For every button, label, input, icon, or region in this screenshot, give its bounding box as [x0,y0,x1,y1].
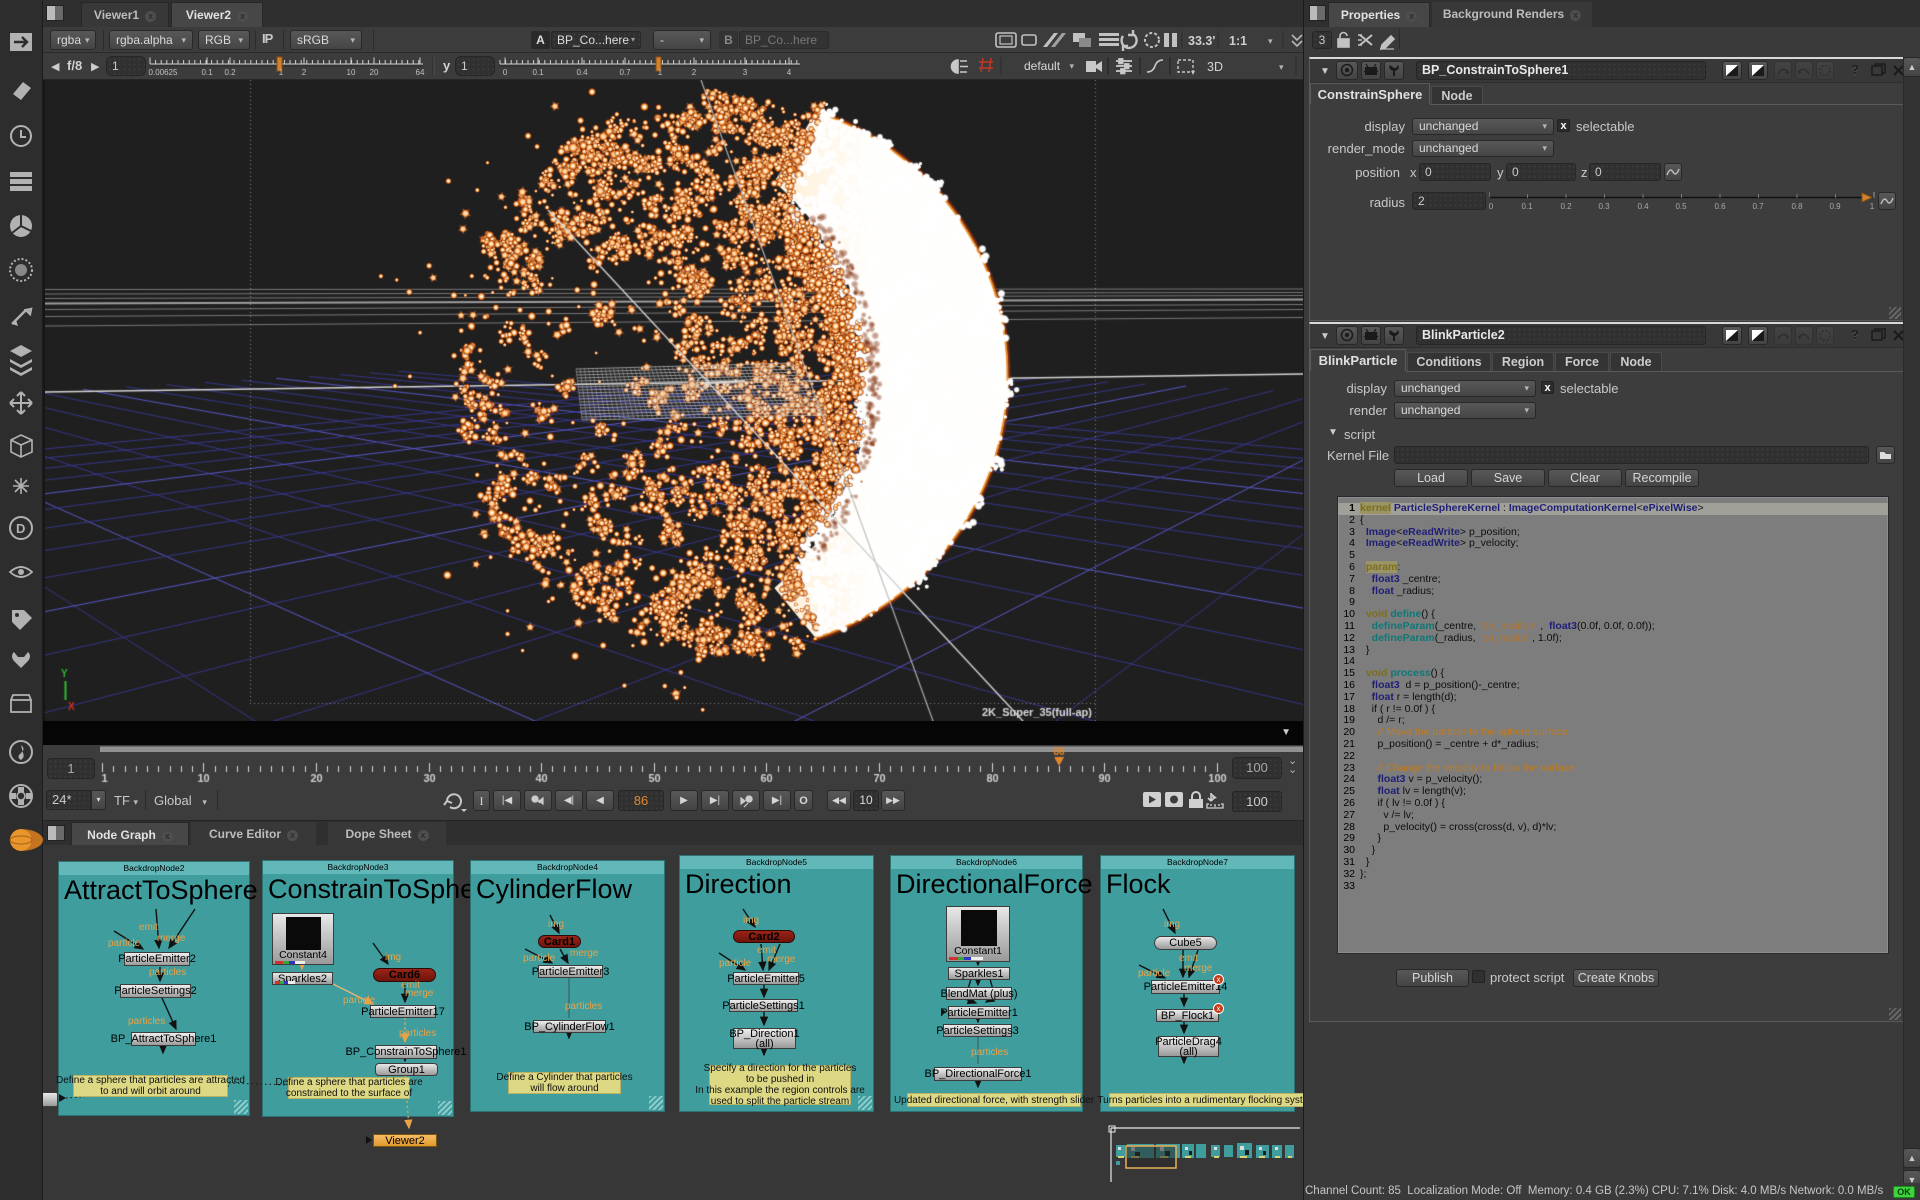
svg-text:3: 3 [743,68,748,77]
svg-text:0.7: 0.7 [1752,202,1764,211]
svg-text:3D: 3D [1207,60,1223,74]
svg-text:10: 10 [347,68,356,77]
svg-text:33.3': 33.3' [1188,34,1215,48]
svg-text:1: 1 [658,68,663,77]
svg-text:0.8: 0.8 [1791,202,1803,211]
svg-text:D: D [16,521,25,536]
svg-text:0.00625: 0.00625 [149,68,178,77]
svg-text:64: 64 [416,68,425,77]
svg-text:1: 1 [279,68,284,77]
svg-text:0: 0 [1489,202,1494,211]
svg-text:0.2: 0.2 [1560,202,1572,211]
svg-text:0.9: 0.9 [1829,202,1841,211]
svg-text:0.1: 0.1 [201,68,213,77]
svg-text:2: 2 [692,68,697,77]
svg-text:0.4: 0.4 [576,68,588,77]
svg-text:▾: ▾ [1268,36,1273,46]
svg-text:0.5: 0.5 [1675,202,1687,211]
svg-text:0.1: 0.1 [532,68,544,77]
svg-text:0.4: 0.4 [1637,202,1649,211]
svg-text:0.3: 0.3 [1598,202,1610,211]
svg-text:0.1: 0.1 [1521,202,1533,211]
svg-text:y: y [443,58,451,73]
svg-text:0.2: 0.2 [224,68,236,77]
svg-text:0.7: 0.7 [619,68,631,77]
svg-text:2: 2 [302,68,307,77]
svg-text:1:1: 1:1 [1229,34,1247,48]
svg-text:▾: ▾ [1279,62,1284,72]
svg-text:1: 1 [1870,202,1875,211]
svg-text:0.6: 0.6 [1714,202,1726,211]
svg-text:0: 0 [503,68,508,77]
svg-text:20: 20 [370,68,379,77]
svg-text:4: 4 [787,68,792,77]
svg-text:▾: ▾ [1191,68,1195,77]
